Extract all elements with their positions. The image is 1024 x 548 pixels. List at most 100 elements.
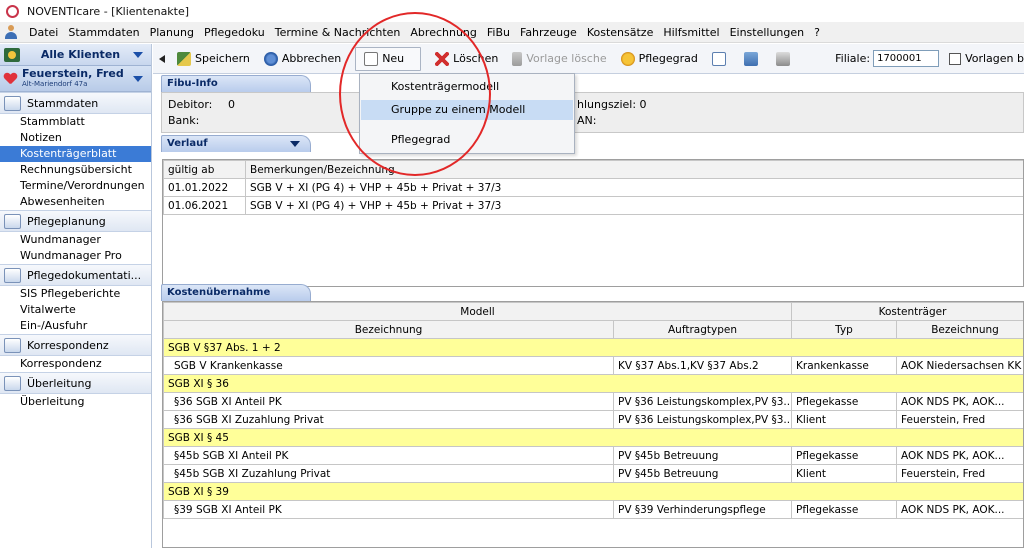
sidebar-item-vitalwerte[interactable]: Vitalwerte	[0, 302, 151, 318]
group-name: SGB XI § 45	[163, 428, 1023, 447]
sidebar-item-rechnungsuebersicht[interactable]: Rechnungsübersicht	[0, 162, 151, 178]
delete-template-button[interactable]: Vorlage lösche	[512, 51, 607, 66]
table-row[interactable]: §45b SGB XI Anteil PK PV §45b Betreuung …	[163, 446, 1023, 465]
care-grade-icon	[620, 51, 635, 66]
menu-item-pflegegrad[interactable]: Pflegegrad	[361, 130, 573, 150]
user-icon[interactable]	[4, 25, 18, 39]
section-label: Pflegeplanung	[27, 214, 106, 228]
table-row[interactable]: §36 SGB XI Zuzahlung Privat PV §36 Leist…	[163, 410, 1023, 429]
menu-stammdaten[interactable]: Stammdaten	[63, 26, 144, 39]
sidebar-item-kostentraegerblatt[interactable]: Kostenträgerblatt	[0, 146, 151, 162]
sidebar-item-ueberleitung[interactable]: Überleitung	[0, 394, 151, 410]
envelope-icon	[4, 337, 21, 353]
sidebar-item-stammblatt[interactable]: Stammblatt	[0, 114, 151, 130]
new-label: Neu	[382, 52, 405, 65]
delete-button[interactable]: Löschen	[435, 51, 498, 66]
menu-bar: Datei Stammdaten Planung Pflegedoku Term…	[0, 22, 1024, 43]
sidebar-item-notizen[interactable]: Notizen	[0, 130, 151, 146]
table-cell: SGB V + XI (PG 4) + VHP + 45b + Privat +…	[245, 196, 1023, 215]
menu-abrechnung[interactable]: Abrechnung	[405, 26, 481, 39]
verlauf-table: gültig ab Bemerkungen/Bezeichnung 01.01.…	[162, 159, 1024, 287]
sidebar-item-ein-ausfuhr[interactable]: Ein-/Ausfuhr	[0, 318, 151, 334]
table-row[interactable]: §36 SGB XI Anteil PK PV §36 Leistungskom…	[163, 392, 1023, 411]
table-cell: §45b SGB XI Anteil PK	[163, 446, 614, 465]
debitor-label: Debitor:	[168, 98, 213, 111]
templates-checkbox[interactable]	[949, 52, 962, 65]
cancel-label: Abbrechen	[281, 52, 342, 65]
column-header[interactable]: Bezeichnung	[163, 320, 614, 339]
table-row[interactable]: 01.06.2021 SGB V + XI (PG 4) + VHP + 45b…	[163, 196, 1023, 215]
menu-item-gruppe-zu-modell[interactable]: Gruppe zu einem Modell	[361, 100, 573, 120]
cancel-button[interactable]: Abbrechen	[263, 51, 342, 66]
chevron-down-icon[interactable]	[290, 141, 300, 147]
patient-selector[interactable]: Feuerstein, Fred Alt-Mariendorf 47a	[0, 66, 151, 92]
table-row[interactable]: 01.01.2022 SGB V + XI (PG 4) + VHP + 45b…	[163, 178, 1023, 197]
sidebar-item-abwesenheiten[interactable]: Abwesenheiten	[0, 194, 151, 210]
sidebar-item-termine[interactable]: Termine/Verordnungen	[0, 178, 151, 194]
column-header[interactable]: Auftragtypen	[612, 320, 793, 339]
group-row[interactable]: SGB V §37 Abs. 1 + 2	[163, 338, 1023, 357]
sidebar-item-korrespondenz[interactable]: Korrespondenz	[0, 356, 151, 372]
table-cell: SGB V Krankenkasse	[163, 356, 614, 375]
table-row[interactable]: §45b SGB XI Zuzahlung Privat PV §45b Bet…	[163, 464, 1023, 483]
menu-hilfsmittel[interactable]: Hilfsmittel	[658, 26, 724, 39]
column-header[interactable]: Typ	[791, 320, 898, 339]
client-selector[interactable]: Alle Klienten	[0, 44, 151, 66]
menu-datei[interactable]: Datei	[24, 26, 63, 39]
toolbar: Speichern Abbrechen Neu Löschen Vorlage …	[153, 44, 1024, 74]
table-cell: 01.06.2021	[163, 196, 246, 215]
kosten-table: Modell Kostenträger Bezeichnung Auftragt…	[162, 301, 1024, 548]
section-korrespondenz[interactable]: Korrespondenz	[0, 334, 151, 356]
care-grade-button[interactable]: Pflegegrad	[620, 51, 698, 66]
chevron-down-icon[interactable]	[133, 75, 143, 82]
menu-fahrzeuge[interactable]: Fahrzeuge	[515, 26, 582, 39]
table-cell: Krankenkasse	[791, 356, 898, 375]
menu-pflegedoku[interactable]: Pflegedoku	[199, 26, 270, 39]
section-pflegeplanung[interactable]: Pflegeplanung	[0, 210, 151, 232]
save-button[interactable]: Speichern	[177, 51, 250, 66]
group-row[interactable]: SGB XI § 39	[163, 482, 1023, 501]
menu-kostensaetze[interactable]: Kostensätze	[582, 26, 659, 39]
column-header[interactable]: Bezeichnung	[896, 320, 1023, 339]
table-cell: Feuerstein, Fred	[896, 410, 1023, 429]
branch-input[interactable]: 1700001	[873, 50, 940, 67]
table-row[interactable]: SGB V Krankenkasse KV §37 Abs.1,KV §37 A…	[163, 356, 1023, 375]
new-dropdown-menu: Kostenträgermodell Gruppe zu einem Model…	[359, 73, 575, 154]
template-icon	[512, 51, 523, 66]
sidebar-item-sis[interactable]: SIS Pflegeberichte	[0, 286, 151, 302]
branch-area: Filiale: 1700001 Vorlagen b	[835, 50, 1024, 67]
section-label: Korrespondenz	[27, 338, 109, 352]
stack-button[interactable]	[743, 51, 762, 66]
chevron-down-icon[interactable]	[133, 51, 143, 58]
menu-item-kostentraegermodell[interactable]: Kostenträgermodell	[361, 77, 573, 97]
menu-fibu[interactable]: FiBu	[482, 26, 515, 39]
section-ueberleitung[interactable]: Überleitung	[0, 372, 151, 394]
menu-planung[interactable]: Planung	[145, 26, 199, 39]
fibu-info-box: Debitor: 0 Bank: hlungsziel: 0 AN:	[161, 92, 1024, 133]
section-stammdaten[interactable]: Stammdaten	[0, 92, 151, 114]
group-row[interactable]: SGB XI § 45	[163, 428, 1023, 447]
iban-label: AN:	[577, 114, 597, 127]
print-icon	[775, 51, 790, 66]
column-header[interactable]: gültig ab	[163, 160, 246, 179]
sidebar-item-wundmanager-pro[interactable]: Wundmanager Pro	[0, 248, 151, 264]
new-button[interactable]: Neu	[355, 46, 422, 71]
menu-termine[interactable]: Termine & Nachrichten	[270, 26, 406, 39]
app-logo-icon	[6, 4, 19, 18]
verlauf-header[interactable]: Verlauf	[161, 135, 311, 152]
section-pflegedokumentation[interactable]: Pflegedokumentati...	[0, 264, 151, 286]
table-cell: §36 SGB XI Zuzahlung Privat	[163, 410, 614, 429]
sidebar: Alle Klienten Feuerstein, Fred Alt-Marie…	[0, 44, 152, 548]
back-arrow-icon[interactable]	[159, 54, 165, 63]
menu-einstellungen[interactable]: Einstellungen	[725, 26, 810, 39]
menu-help[interactable]: ?	[809, 26, 825, 39]
group-row[interactable]: SGB XI § 36	[163, 374, 1023, 393]
print-button[interactable]	[775, 51, 794, 66]
table-cell: Klient	[791, 464, 898, 483]
table-row[interactable]: §39 SGB XI Anteil PK PV §39 Verhinderung…	[163, 500, 1023, 519]
sidebar-item-wundmanager[interactable]: Wundmanager	[0, 232, 151, 248]
document-button[interactable]	[711, 51, 730, 66]
column-header[interactable]: Bemerkungen/Bezeichnung	[245, 160, 1023, 179]
table-cell: PV §36 Leistungskomplex,PV §3...	[612, 392, 793, 411]
table-cell: PV §36 Leistungskomplex,PV §3...	[612, 410, 793, 429]
